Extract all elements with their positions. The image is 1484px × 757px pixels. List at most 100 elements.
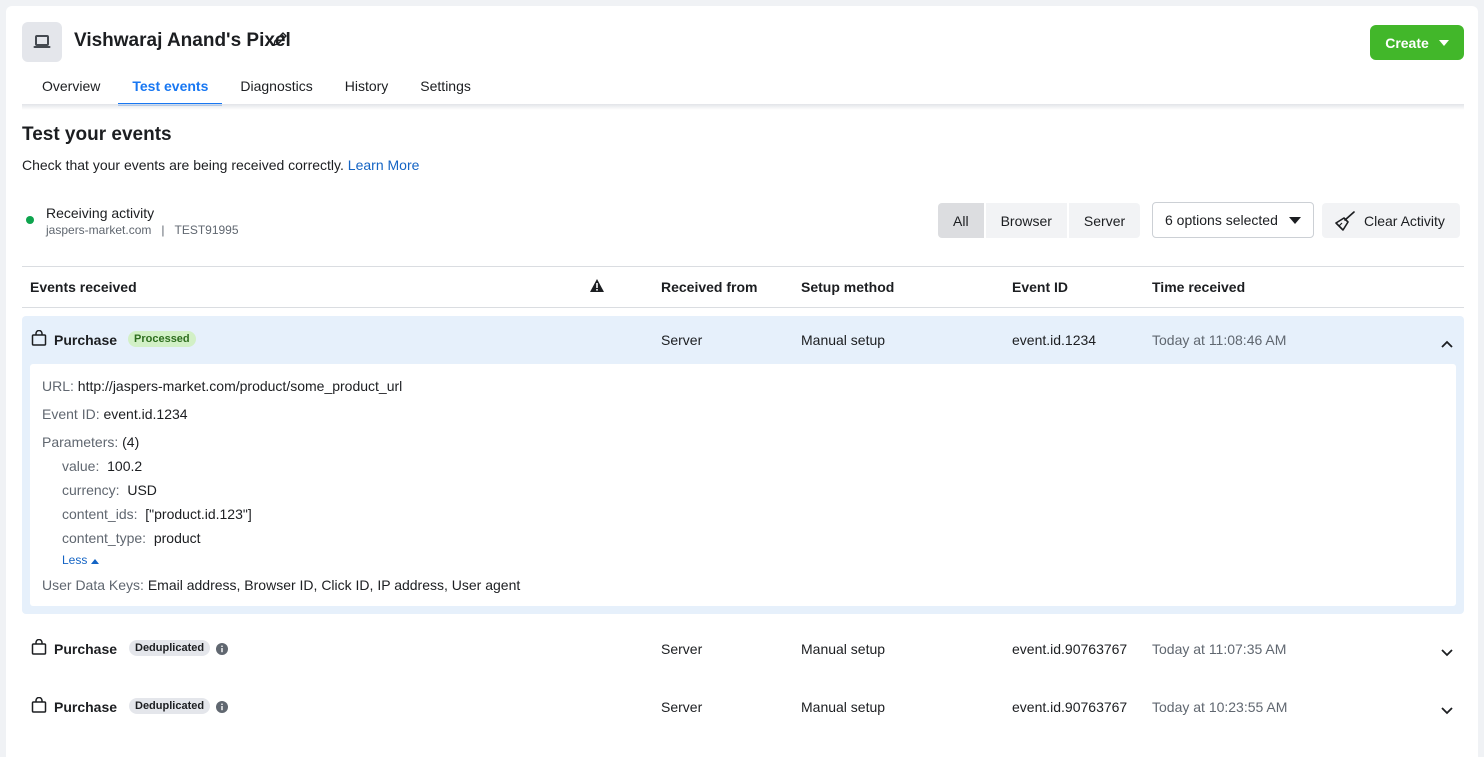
event-name: Purchase	[54, 699, 118, 715]
options-label: 6 options selected	[1165, 212, 1278, 228]
detail-user-data: User Data Keys: Email address, Browser I…	[42, 577, 520, 593]
main-card: Vishwaraj Anand's Pixel Create Overview …	[6, 6, 1478, 757]
param-key: currency:	[62, 482, 120, 498]
status-badge: Processed	[128, 331, 196, 347]
learn-more-link[interactable]: Learn More	[348, 157, 420, 173]
tab-settings[interactable]: Settings	[406, 76, 485, 106]
info-icon	[216, 701, 228, 713]
laptop-icon	[33, 35, 51, 48]
broom-icon	[1335, 210, 1355, 231]
url-label: URL:	[42, 378, 74, 394]
event-type-icon	[31, 329, 47, 349]
time-received-cell: Today at 10:23:55 AM	[1152, 699, 1288, 715]
clear-activity-label: Clear Activity	[1364, 212, 1445, 229]
detail-event-id: Event ID: event.id.1234	[42, 406, 188, 422]
less-label: Less	[62, 553, 88, 567]
param-row: content_type: product	[62, 530, 201, 546]
caret-down-icon	[1438, 39, 1449, 46]
col-setup-method: Setup method	[801, 279, 895, 295]
param-key: content_ids:	[62, 506, 138, 522]
user-data-label: User Data Keys:	[42, 577, 144, 593]
show-less-link[interactable]: Less	[62, 553, 99, 567]
status-dot	[26, 216, 34, 224]
param-key: value:	[62, 458, 100, 474]
user-data-value: Email address, Browser ID, Click ID, IP …	[147, 577, 521, 593]
dedup-info-button[interactable]	[216, 642, 228, 658]
received-from-cell: Server	[661, 641, 703, 657]
col-time-received: Time received	[1152, 279, 1246, 295]
create-button[interactable]: Create	[1370, 25, 1464, 60]
setup-method-cell: Manual setup	[801, 641, 886, 657]
tab-diagnostics[interactable]: Diagnostics	[226, 76, 326, 106]
event-id-cell: event.id.1234	[1012, 332, 1097, 348]
param-value: 100.2	[107, 458, 143, 474]
dedup-info-button[interactable]	[216, 700, 228, 716]
detail-url: URL: http://jaspers-market.com/product/s…	[42, 378, 402, 394]
setup-method-cell: Manual setup	[801, 332, 886, 348]
event-details-panel	[30, 364, 1456, 606]
parameters-count: (4)	[122, 434, 140, 450]
section-title: Test your events	[22, 124, 172, 145]
chevron-up-icon	[1441, 340, 1453, 348]
chevron-down-icon	[1441, 649, 1453, 657]
expand-row-button[interactable]	[1441, 644, 1453, 660]
status-separator: |	[161, 223, 165, 237]
event-options-select[interactable]: 6 options selected	[1152, 202, 1314, 238]
event-type-icon	[31, 638, 47, 658]
clear-activity-button[interactable]: Clear Activity	[1322, 203, 1460, 238]
param-value: product	[153, 530, 201, 546]
time-received-cell: Today at 11:07:35 AM	[1152, 641, 1287, 657]
event-id-label: Event ID:	[42, 406, 100, 422]
section-subtitle: Check that your events are being receive…	[22, 157, 419, 173]
shopping-bag-icon	[31, 329, 47, 346]
tab-overview[interactable]: Overview	[28, 76, 114, 106]
edit-name-button[interactable]	[272, 31, 288, 50]
status-meta: jaspers-market.com | TEST91995	[46, 223, 239, 237]
param-row: value: 100.2	[62, 458, 142, 474]
status-label: Receiving activity	[46, 205, 155, 221]
shopping-bag-icon	[31, 638, 47, 655]
tab-test-events[interactable]: Test events	[118, 76, 223, 106]
detail-parameters: Parameters: (4)	[42, 434, 139, 450]
event-id-value: event.id.1234	[103, 406, 188, 422]
event-name: Purchase	[54, 641, 118, 657]
col-events-received: Events received	[30, 279, 137, 295]
param-key: content_type:	[62, 530, 147, 546]
event-id-cell: event.id.90763767	[1012, 641, 1128, 657]
page-title: Vishwaraj Anand's Pixel	[74, 30, 291, 51]
tab-history[interactable]: History	[331, 76, 403, 106]
warning-icon	[590, 279, 604, 292]
received-from-cell: Server	[661, 699, 703, 715]
param-value: ["product.id.123"]	[145, 506, 252, 522]
setup-method-cell: Manual setup	[801, 699, 886, 715]
test-code: TEST91995	[174, 223, 239, 237]
filter-server-button[interactable]: Server	[1068, 203, 1141, 238]
pencil-icon	[273, 32, 287, 46]
event-id-cell: event.id.90763767	[1012, 699, 1128, 715]
pixel-avatar	[22, 22, 62, 62]
chevron-down-icon	[1441, 707, 1453, 715]
shopping-bag-icon	[31, 696, 47, 713]
col-warnings	[590, 279, 604, 295]
received-from-cell: Server	[661, 332, 703, 348]
param-value: USD	[127, 482, 157, 498]
caret-down-icon	[1289, 216, 1301, 224]
status-badge: Deduplicated	[129, 640, 211, 656]
param-row: currency: USD	[62, 482, 157, 498]
create-label: Create	[1385, 34, 1429, 51]
status-badge: Deduplicated	[129, 698, 211, 714]
event-type-icon	[31, 696, 47, 716]
parameters-label: Parameters:	[42, 434, 119, 450]
tab-bar: Overview Test events Diagnostics History…	[28, 76, 489, 106]
subtitle-text: Check that your events are being receive…	[22, 157, 344, 173]
col-event-id: Event ID	[1012, 279, 1069, 295]
table-header-divider	[22, 307, 1464, 308]
source-filter: All Browser Server	[938, 203, 1141, 238]
filter-browser-button[interactable]: Browser	[985, 203, 1067, 238]
header-divider	[22, 104, 1464, 110]
collapse-row-button[interactable]	[1441, 335, 1453, 351]
param-row: content_ids: ["product.id.123"]	[62, 506, 252, 522]
table-top-divider	[22, 266, 1464, 267]
filter-all-button[interactable]: All	[938, 203, 984, 238]
expand-row-button[interactable]	[1441, 702, 1453, 718]
